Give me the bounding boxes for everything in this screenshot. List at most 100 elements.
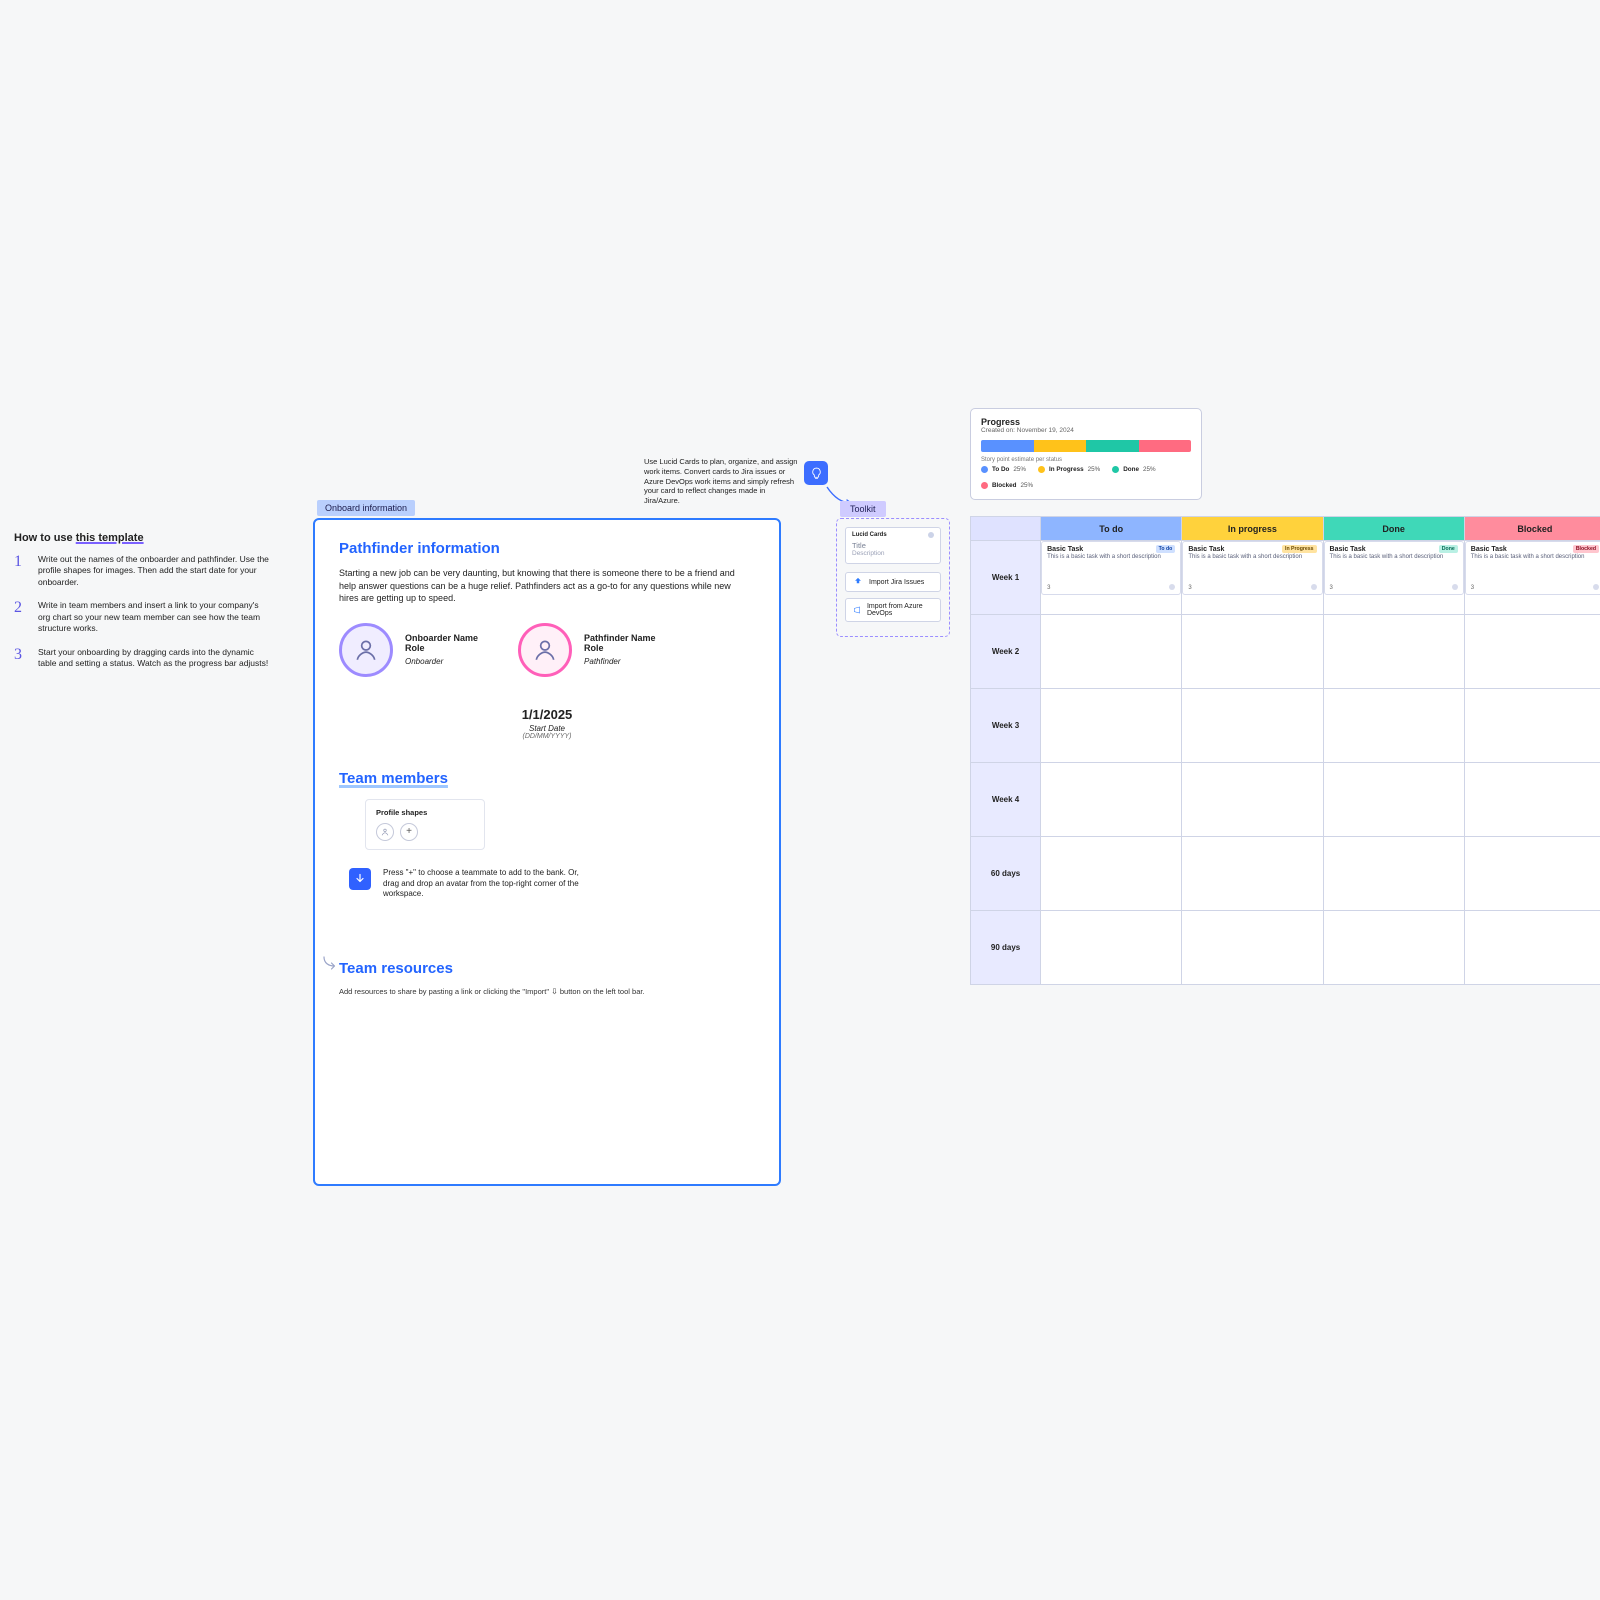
- cell[interactable]: [1323, 837, 1464, 911]
- task-title: Basic Task: [1047, 546, 1083, 553]
- team-resources-note: Add resources to share by pasting a link…: [339, 987, 755, 996]
- avatar-chip[interactable]: [376, 823, 394, 841]
- howto-panel: How to use this template 1 Write out the…: [14, 532, 269, 682]
- howto-step-text: Write out the names of the onboarder and…: [38, 554, 269, 588]
- onboarder-avatar[interactable]: [339, 623, 393, 677]
- legend-value: 25%: [1021, 482, 1034, 489]
- status-table[interactable]: To do In progress Done Blocked Week 1 Ba…: [970, 516, 1600, 985]
- curved-arrow-icon: [321, 954, 339, 972]
- row-header-week4: Week 4: [971, 763, 1041, 837]
- person-icon: [380, 827, 390, 837]
- cell[interactable]: [1182, 911, 1323, 985]
- profile-shapes-card[interactable]: Profile shapes +: [365, 799, 485, 850]
- import-azure-button[interactable]: Import from Azure DevOps: [845, 598, 941, 622]
- team-members-hint-text: Press "+" to choose a teammate to add to…: [383, 868, 583, 900]
- legend-blocked: Blocked 25%: [981, 482, 1033, 489]
- col-header-inprogress: In progress: [1182, 517, 1323, 541]
- progress-title: Progress: [981, 417, 1191, 427]
- cell[interactable]: [1464, 837, 1600, 911]
- howto-title: How to use this template: [14, 532, 269, 544]
- cell[interactable]: [1041, 763, 1182, 837]
- progress-seg-todo: [981, 440, 1034, 452]
- task-card[interactable]: Basic TaskDone This is a basic task with…: [1324, 541, 1464, 595]
- toolkit-tag[interactable]: Toolkit: [840, 501, 886, 517]
- cell[interactable]: [1464, 689, 1600, 763]
- table-row: 60 days: [971, 837, 1600, 911]
- pathfinder-avatar[interactable]: [518, 623, 572, 677]
- legend-value: 25%: [1143, 466, 1156, 473]
- cell-inprogress-week1[interactable]: Basic Task In Progress This is a basic ta…: [1182, 541, 1323, 615]
- howto-step-2: 2 Write in team members and insert a lin…: [14, 600, 269, 634]
- add-chip[interactable]: +: [400, 823, 418, 841]
- cell[interactable]: [1323, 615, 1464, 689]
- progress-bar: [981, 440, 1191, 452]
- row-header-90days: 90 days: [971, 911, 1041, 985]
- onboarder-profile[interactable]: Onboarder Name Role Onboarder: [339, 623, 478, 677]
- lucid-card[interactable]: Lucid Cards Title Description: [845, 527, 941, 564]
- legend-label: In Progress: [1049, 466, 1084, 473]
- start-date-block[interactable]: 1/1/2025 Start Date (DD/MM/YYYY): [339, 707, 755, 740]
- cell[interactable]: [1464, 615, 1600, 689]
- card-status-dot-icon: [928, 532, 934, 538]
- table-row: 90 days: [971, 911, 1600, 985]
- dot-icon: [981, 482, 988, 489]
- cell[interactable]: [1464, 911, 1600, 985]
- start-date-format: (DD/MM/YYYY): [339, 733, 755, 740]
- status-badge: Done: [1439, 545, 1458, 553]
- cell[interactable]: [1041, 615, 1182, 689]
- task-card[interactable]: Basic Task In Progress This is a basic ta…: [1182, 541, 1322, 595]
- onboarder-name: Onboarder Name: [405, 633, 478, 643]
- col-header-todo: To do: [1041, 517, 1182, 541]
- task-estimate: 3: [1047, 585, 1050, 591]
- status-badge: In Progress: [1282, 545, 1317, 553]
- progress-seg-blocked: [1139, 440, 1192, 452]
- cell[interactable]: [1323, 911, 1464, 985]
- col-header-blocked: Blocked: [1464, 517, 1600, 541]
- profile-shapes-label: Profile shapes: [376, 808, 474, 817]
- pathfinder-profile[interactable]: Pathfinder Name Role Pathfinder: [518, 623, 656, 677]
- task-title: Basic Task: [1188, 546, 1224, 553]
- import-azure-label: Import from Azure DevOps: [867, 603, 933, 617]
- cell[interactable]: [1041, 911, 1182, 985]
- task-card[interactable]: Basic TaskTo do This is a basic task wit…: [1041, 541, 1181, 595]
- progress-panel[interactable]: Progress Created on: November 19, 2024 S…: [970, 408, 1202, 500]
- cell[interactable]: [1041, 689, 1182, 763]
- cell[interactable]: [1323, 689, 1464, 763]
- legend-label: Blocked: [992, 482, 1017, 489]
- legend-done: Done 25%: [1112, 466, 1155, 473]
- legend-inprogress: In Progress 25%: [1038, 466, 1100, 473]
- task-body: This is a basic task with a short descri…: [1471, 554, 1599, 561]
- lucid-card-title: Title: [852, 541, 934, 550]
- col-header-done: Done: [1323, 517, 1464, 541]
- cell[interactable]: [1182, 763, 1323, 837]
- card-dot-icon: [1169, 584, 1175, 590]
- howto-step-1: 1 Write out the names of the onboarder a…: [14, 554, 269, 588]
- cell[interactable]: [1323, 763, 1464, 837]
- cell[interactable]: [1464, 763, 1600, 837]
- cell[interactable]: [1182, 615, 1323, 689]
- import-jira-button[interactable]: Import Jira Issues: [845, 572, 941, 592]
- row-header-60days: 60 days: [971, 837, 1041, 911]
- pathfinder-title: Pathfinder information: [339, 540, 755, 557]
- onboard-info-tag[interactable]: Onboard information: [317, 500, 415, 516]
- cell-todo-week1[interactable]: Basic TaskTo do This is a basic task wit…: [1041, 541, 1182, 615]
- toolkit-box[interactable]: Lucid Cards Title Description Import Jir…: [836, 518, 950, 637]
- pathfinder-info: Pathfinder Name Role Pathfinder: [584, 633, 656, 666]
- team-members-hint: Press "+" to choose a teammate to add to…: [349, 868, 755, 900]
- onboard-panel[interactable]: Pathfinder information Starting a new jo…: [313, 518, 781, 1186]
- pointer-down-icon: [349, 868, 371, 890]
- task-estimate: 3: [1188, 585, 1191, 591]
- cell[interactable]: [1182, 837, 1323, 911]
- status-badge: To do: [1156, 545, 1176, 553]
- start-date-value: 1/1/2025: [339, 707, 755, 722]
- person-icon: [532, 637, 558, 663]
- pathfinder-name: Pathfinder Name: [584, 633, 656, 643]
- card-dot-icon: [1311, 584, 1317, 590]
- cell[interactable]: [1041, 837, 1182, 911]
- task-body: This is a basic task with a short descri…: [1188, 554, 1316, 561]
- cell-done-week1[interactable]: Basic TaskDone This is a basic task with…: [1323, 541, 1464, 615]
- dot-icon: [1038, 466, 1045, 473]
- task-card[interactable]: Basic TaskBlocked This is a basic task w…: [1465, 541, 1600, 595]
- cell-blocked-week1[interactable]: Basic TaskBlocked This is a basic task w…: [1464, 541, 1600, 615]
- cell[interactable]: [1182, 689, 1323, 763]
